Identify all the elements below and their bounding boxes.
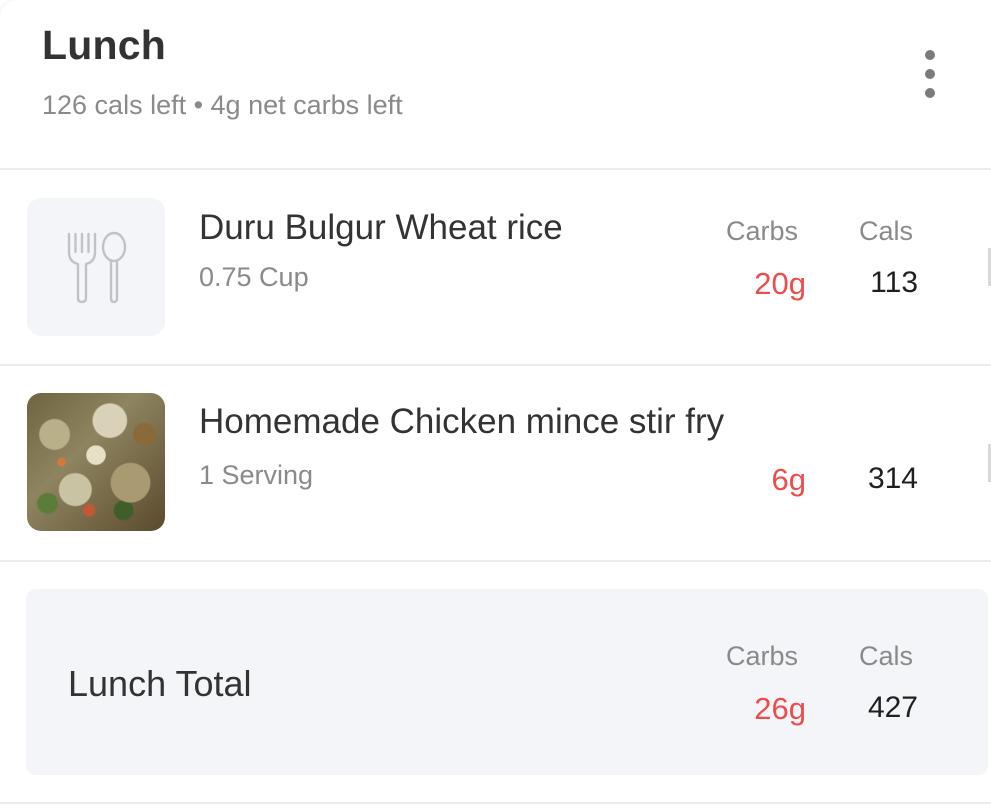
fork-spoon-icon xyxy=(67,231,127,304)
food-thumbnail xyxy=(27,198,165,336)
more-vertical-icon-dot xyxy=(925,88,935,98)
food-name: Homemade Chicken mince stir fry xyxy=(199,402,725,441)
total-cals-value: 427 xyxy=(867,691,918,724)
food-portion: 1 Serving xyxy=(199,460,314,490)
more-options-button[interactable] xyxy=(910,48,950,100)
meal-header: Lunch 126 cals left • 4g net carbs left xyxy=(0,0,991,170)
carbs-column-label: Carbs xyxy=(726,216,799,246)
cals-column-label: Cals xyxy=(859,216,914,246)
item-carbs-value: 6g xyxy=(771,462,806,497)
more-vertical-icon-dot xyxy=(925,69,935,79)
food-portion: 0.75 Cup xyxy=(199,262,309,292)
total-carbs-value: 26g xyxy=(754,691,806,726)
meal-remaining-summary: 126 cals left • 4g net carbs left xyxy=(42,90,403,120)
food-item-row[interactable]: Homemade Chicken mince stir fry 1 Servin… xyxy=(0,366,991,562)
meal-total-label: Lunch Total xyxy=(68,663,252,704)
item-carbs-value: 20g xyxy=(754,266,806,301)
more-vertical-icon xyxy=(925,50,935,60)
total-carbs-label: Carbs xyxy=(726,641,799,671)
food-item-row[interactable]: Duru Bulgur Wheat rice 0.75 Cup Carbs Ca… xyxy=(0,170,991,366)
lunch-card: Lunch 126 cals left • 4g net carbs left … xyxy=(0,0,991,809)
meal-title: Lunch xyxy=(42,22,166,68)
divider xyxy=(0,802,991,804)
meal-total-panel: Lunch Total Carbs Cals 26g 427 xyxy=(26,589,988,775)
food-photo xyxy=(27,393,165,531)
item-cals-value: 113 xyxy=(870,266,918,299)
food-name: Duru Bulgur Wheat rice xyxy=(199,208,563,247)
item-cals-value: 314 xyxy=(867,462,918,495)
total-cals-label: Cals xyxy=(859,641,914,671)
